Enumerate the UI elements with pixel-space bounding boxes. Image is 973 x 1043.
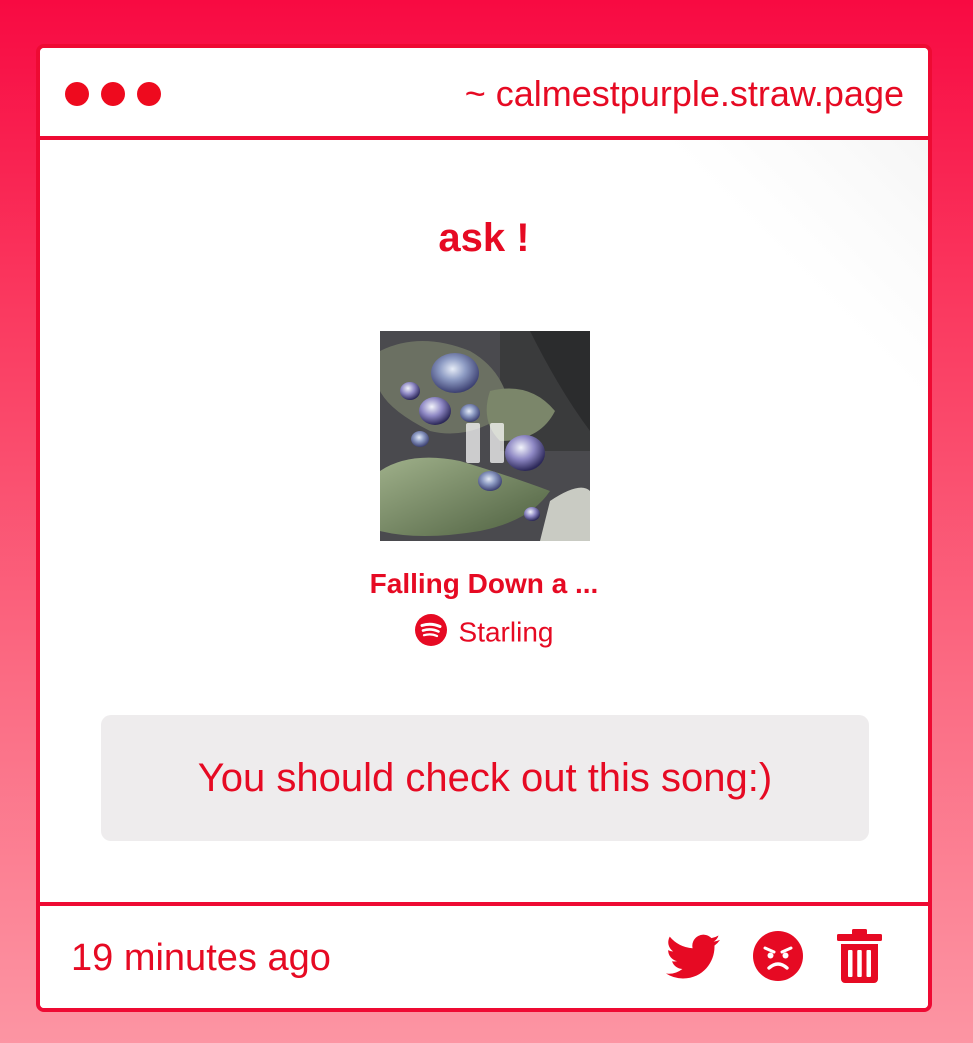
angry-face-icon[interactable] <box>753 931 803 981</box>
window-titlebar: ~ calmestpurple.straw.page <box>40 48 928 140</box>
message-box: You should check out this song:) <box>101 715 869 841</box>
window-dot-3 <box>137 82 161 106</box>
twitter-icon[interactable] <box>666 934 720 980</box>
trash-icon[interactable] <box>837 929 882 983</box>
window-dot-2 <box>101 82 125 106</box>
album-artwork[interactable] <box>380 331 590 541</box>
page-title: ask ! <box>438 216 530 260</box>
song-title[interactable]: Falling Down a ... <box>40 567 928 601</box>
pause-icon[interactable] <box>464 423 506 463</box>
ask-card: ~ calmestpurple.straw.page ask ! Falling… <box>36 44 932 1012</box>
card-content: ask ! Falling Down a ... Starling You sh… <box>40 140 928 906</box>
artist-name: Starling <box>458 616 554 648</box>
artist-row[interactable]: Starling <box>40 613 928 651</box>
card-footer: 19 minutes ago <box>40 902 928 1008</box>
timestamp: 19 minutes ago <box>71 937 331 979</box>
window-dot-1 <box>65 82 89 106</box>
site-url[interactable]: ~ calmestpurple.straw.page <box>465 72 904 116</box>
spotify-icon <box>414 613 447 646</box>
